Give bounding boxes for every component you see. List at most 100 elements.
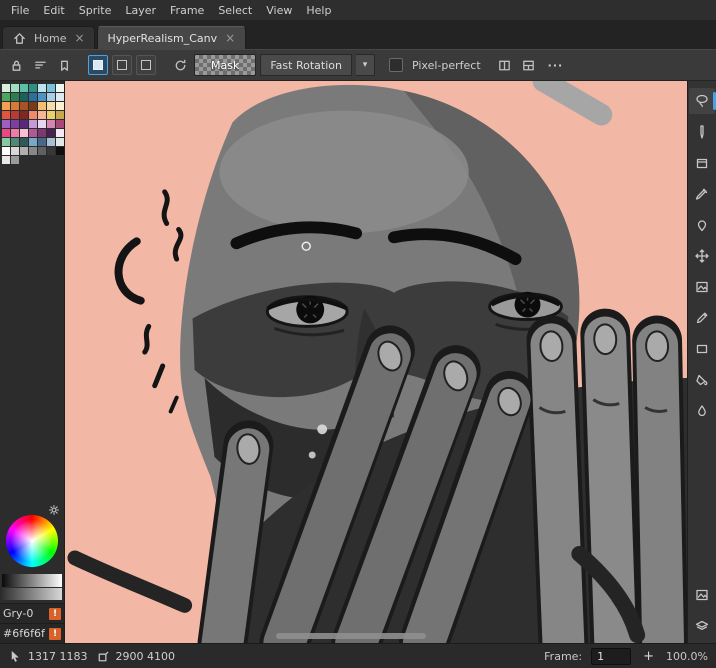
shade-gradient-row[interactable]	[2, 588, 62, 601]
palette-sort-button[interactable]	[30, 55, 50, 75]
palette-swatch[interactable]	[47, 147, 55, 155]
palette-swatch[interactable]	[47, 111, 55, 119]
canvas-frame-tool[interactable]	[689, 274, 715, 300]
gear-icon[interactable]	[47, 503, 61, 517]
palette-swatch[interactable]	[56, 111, 64, 119]
palette-swatch[interactable]	[47, 120, 55, 128]
palette-swatch[interactable]	[56, 129, 64, 137]
brush-tool[interactable]	[689, 305, 715, 331]
palette-swatch[interactable]	[2, 156, 10, 164]
foreground-color-name-row[interactable]: Gry-0 !	[0, 603, 64, 623]
pencil-tool[interactable]	[689, 119, 715, 145]
warning-badge[interactable]: !	[49, 628, 61, 640]
palette-swatch[interactable]	[2, 84, 10, 92]
lasso-tool[interactable]	[689, 88, 715, 114]
palette-swatch[interactable]	[11, 84, 19, 92]
palette-swatch[interactable]	[20, 129, 28, 137]
palette-swatch[interactable]	[29, 111, 37, 119]
preview-toggle[interactable]	[689, 582, 715, 608]
selection-mode-add-button[interactable]	[112, 55, 132, 75]
palette-swatch[interactable]	[11, 111, 19, 119]
menu-view[interactable]: View	[259, 2, 299, 19]
palette-swatch[interactable]	[38, 129, 46, 137]
menu-sprite[interactable]: Sprite	[72, 2, 119, 19]
palette-swatch[interactable]	[38, 120, 46, 128]
palette-swatch[interactable]	[38, 102, 46, 110]
color-shades[interactable]	[2, 574, 62, 600]
palette-swatch[interactable]	[11, 102, 19, 110]
mask-ink-button[interactable]: Mask	[194, 54, 256, 76]
more-options-button[interactable]: ···	[543, 59, 569, 72]
tiled-mode-xy-button[interactable]	[519, 55, 539, 75]
tab-home[interactable]: Home ×	[2, 26, 95, 49]
tab-home-close-icon[interactable]: ×	[73, 32, 85, 44]
move-tool[interactable]	[689, 243, 715, 269]
palette-swatch[interactable]	[20, 93, 28, 101]
palette-swatch[interactable]	[2, 93, 10, 101]
add-frame-button[interactable]: +	[640, 649, 657, 664]
palette-swatch[interactable]	[20, 147, 28, 155]
palette-swatch[interactable]	[56, 84, 64, 92]
menu-edit[interactable]: Edit	[36, 2, 71, 19]
tiled-mode-x-button[interactable]	[495, 55, 515, 75]
horizontal-scrollbar[interactable]	[276, 633, 425, 639]
paint-bucket-tool[interactable]	[689, 367, 715, 393]
menu-select[interactable]: Select	[211, 2, 259, 19]
palette-swatch[interactable]	[20, 120, 28, 128]
palette-swatch[interactable]	[2, 111, 10, 119]
palette-swatch[interactable]	[11, 156, 19, 164]
palette-swatch[interactable]	[20, 111, 28, 119]
palette-swatch[interactable]	[11, 129, 19, 137]
canvas[interactable]	[65, 81, 687, 643]
frame-input[interactable]: 1	[591, 648, 631, 665]
palette-swatch[interactable]	[56, 93, 64, 101]
rotate-button[interactable]	[170, 55, 190, 75]
rectangle-tool[interactable]	[689, 336, 715, 362]
color-wheel[interactable]	[6, 515, 58, 567]
palette-swatch[interactable]	[47, 84, 55, 92]
stamp-tool[interactable]	[689, 150, 715, 176]
eyedropper-tool[interactable]	[689, 181, 715, 207]
palette-swatch[interactable]	[56, 102, 64, 110]
menu-layer[interactable]: Layer	[118, 2, 163, 19]
menu-help[interactable]: Help	[299, 2, 338, 19]
palette-swatch[interactable]	[29, 120, 37, 128]
rotation-algorithm-dropdown[interactable]: Fast Rotation	[260, 54, 352, 76]
palette-swatch[interactable]	[56, 138, 64, 146]
selection-mode-subtract-button[interactable]	[136, 55, 156, 75]
palette-swatch[interactable]	[38, 84, 46, 92]
blur-tool[interactable]	[689, 398, 715, 424]
palette-swatch[interactable]	[38, 147, 46, 155]
palette-swatch[interactable]	[47, 138, 55, 146]
foreground-color-hex-row[interactable]: #6f6f6f !	[0, 623, 64, 643]
palette-swatch[interactable]	[2, 147, 10, 155]
menu-frame[interactable]: Frame	[163, 2, 211, 19]
shade-gradient-row[interactable]	[2, 574, 62, 587]
palette-swatch[interactable]	[11, 93, 19, 101]
palette-swatch[interactable]	[56, 120, 64, 128]
palette-swatch[interactable]	[38, 111, 46, 119]
timeline-toggle[interactable]	[689, 613, 715, 639]
palette-swatch[interactable]	[38, 138, 46, 146]
palette-swatch[interactable]	[29, 102, 37, 110]
palette-swatch[interactable]	[20, 102, 28, 110]
palette-swatch[interactable]	[11, 138, 19, 146]
palette-swatch[interactable]	[47, 93, 55, 101]
palette-swatch[interactable]	[29, 147, 37, 155]
palette-swatch[interactable]	[11, 147, 19, 155]
palette-swatch[interactable]	[29, 138, 37, 146]
selection-mode-replace-button[interactable]	[88, 55, 108, 75]
palette-swatch[interactable]	[2, 138, 10, 146]
tab-document[interactable]: HyperRealism_Canv ×	[97, 26, 246, 49]
warning-badge[interactable]: !	[49, 608, 61, 620]
palette-swatch[interactable]	[38, 93, 46, 101]
palette-lock-button[interactable]	[6, 55, 26, 75]
palette-swatch[interactable]	[47, 102, 55, 110]
palette-swatch[interactable]	[29, 84, 37, 92]
palette-swatch[interactable]	[11, 120, 19, 128]
tab-document-close-icon[interactable]: ×	[224, 32, 236, 44]
menu-file[interactable]: File	[4, 2, 36, 19]
chevron-down-icon[interactable]: ▾	[356, 54, 375, 76]
palette-swatch[interactable]	[29, 93, 37, 101]
pixel-perfect-checkbox[interactable]	[389, 58, 403, 72]
